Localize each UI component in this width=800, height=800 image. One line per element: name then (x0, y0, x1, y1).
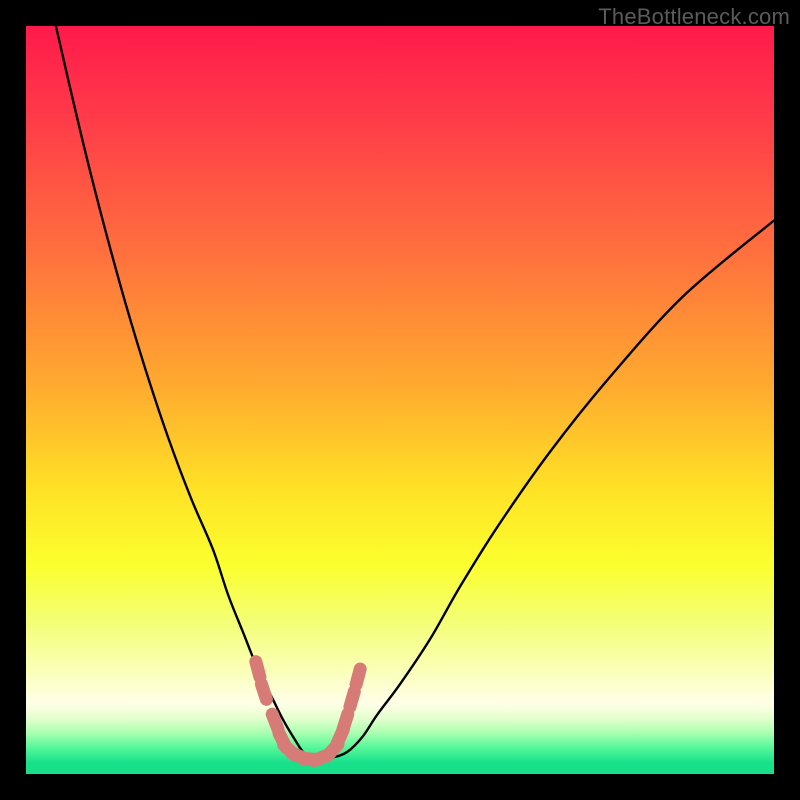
watermark-text: TheBottleneck.com (598, 4, 790, 30)
dotted-overlay-group (256, 662, 360, 761)
overlay-marker (356, 669, 360, 685)
overlay-marker (261, 684, 266, 699)
plot-area (26, 26, 774, 774)
overlay-marker (350, 692, 354, 707)
overlay-marker (256, 662, 260, 677)
bottleneck-curve (56, 26, 774, 759)
curve-layer (26, 26, 774, 774)
overlay-marker (272, 714, 278, 729)
overlay-marker (343, 714, 348, 729)
outer-frame: TheBottleneck.com (0, 0, 800, 800)
